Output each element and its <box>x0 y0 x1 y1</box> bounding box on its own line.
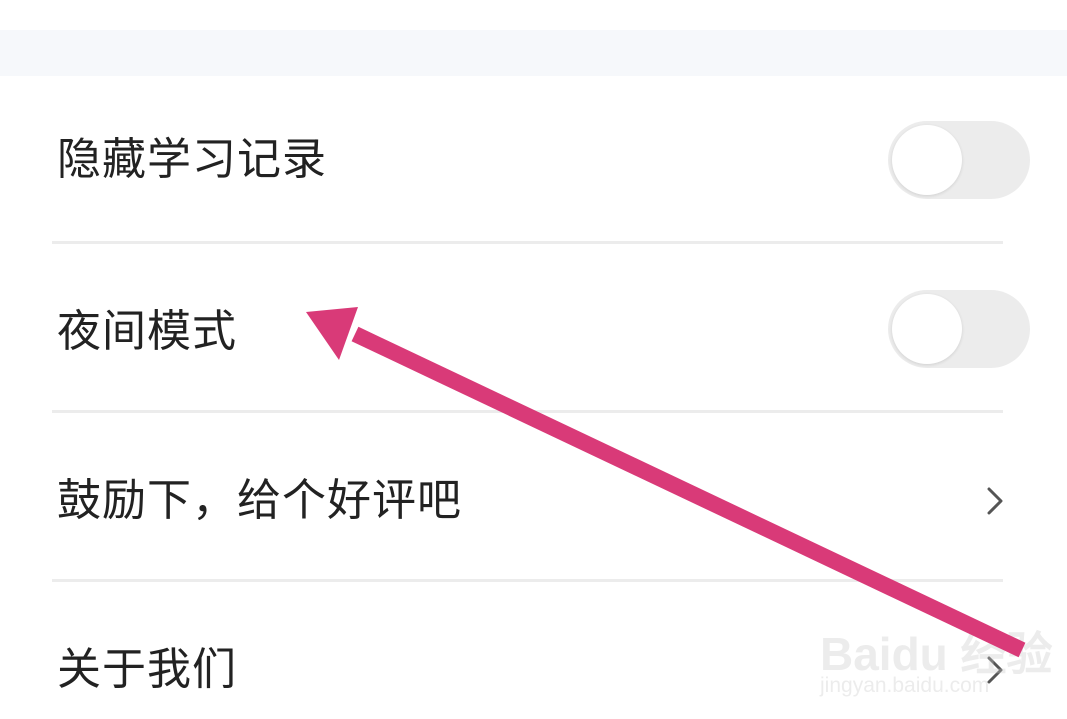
setting-row-rate-app[interactable]: 鼓励下，给个好评吧 <box>0 413 1067 581</box>
setting-label-night-mode: 夜间模式 <box>57 306 237 357</box>
setting-label-rate-app: 鼓励下，给个好评吧 <box>57 475 462 526</box>
setting-label-about-us: 关于我们 <box>57 644 237 695</box>
setting-row-hide-study-record[interactable]: 隐藏学习记录 <box>0 76 1067 244</box>
section-header-band <box>0 30 1067 76</box>
toggle-knob <box>892 125 962 195</box>
setting-row-night-mode[interactable]: 夜间模式 <box>0 244 1067 412</box>
setting-label-hide-study-record: 隐藏学习记录 <box>57 134 327 185</box>
hide-study-record-toggle[interactable] <box>888 121 1030 199</box>
watermark-url: jingyan.baidu.com <box>820 674 990 697</box>
chevron-right-icon <box>987 487 1003 515</box>
night-mode-toggle[interactable] <box>888 290 1030 368</box>
toggle-knob <box>892 294 962 364</box>
settings-screen: 隐藏学习记录 夜间模式 鼓励下，给个好评吧 关于我们 Baidu 经验 jing… <box>0 0 1067 719</box>
top-spacer <box>0 0 1067 30</box>
baidu-watermark: Baidu 经验 jingyan.baidu.com <box>820 612 1060 712</box>
